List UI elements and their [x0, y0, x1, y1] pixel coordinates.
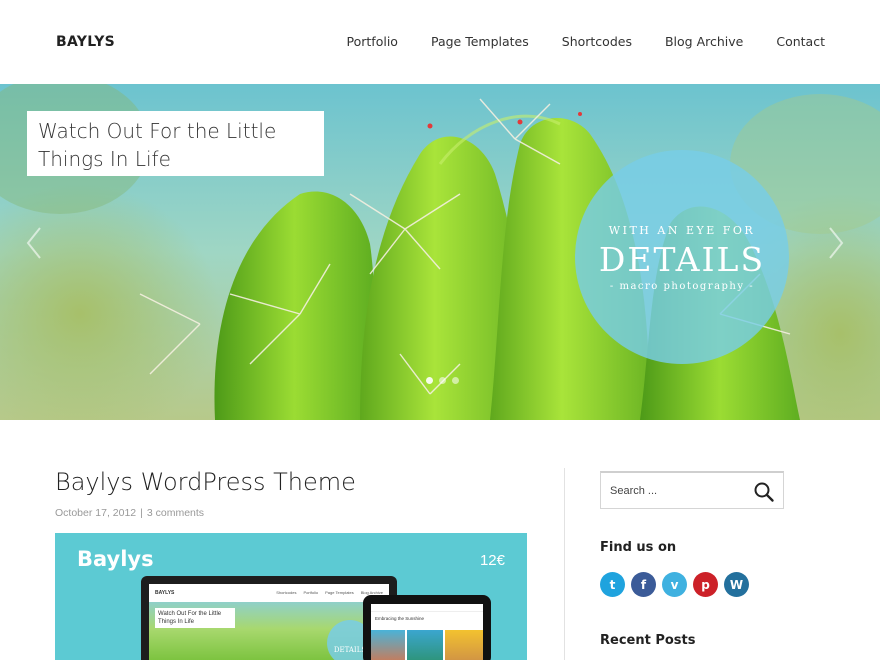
search-icon[interactable] — [753, 481, 775, 503]
post-date[interactable]: October 17, 2012 — [55, 507, 136, 519]
post-title[interactable]: Baylys WordPress Theme — [55, 468, 356, 496]
mockup-nav-item: Page Templates — [325, 590, 354, 595]
content-divider — [564, 468, 565, 660]
slider-dots — [426, 377, 459, 384]
find-us-title: Find us on — [600, 540, 677, 555]
nav-item-page-templates[interactable]: Page Templates — [431, 34, 529, 49]
tablet-thumb — [407, 630, 443, 660]
nav-item-blog-archive[interactable]: Blog Archive — [665, 34, 743, 49]
slider-next-icon[interactable] — [826, 226, 846, 260]
hero-slider: Watch Out For the Little Things In Life … — [0, 84, 880, 420]
hero-caption[interactable]: Watch Out For the Little Things In Life — [27, 111, 324, 176]
mockup-nav-item: Shortcodes — [276, 590, 297, 595]
slider-dot-2[interactable] — [439, 377, 446, 384]
nav-item-portfolio[interactable]: Portfolio — [347, 34, 398, 49]
monitor-mockup: BAYLYS Shortcodes Portfolio Page Templat… — [141, 576, 397, 660]
tablet-mockup: Embracing the Sunshine — [363, 595, 491, 660]
post-comments-link[interactable]: 3 comments — [147, 507, 204, 519]
badge-tagline: WITH AN EYE FOR — [608, 224, 756, 237]
image-brand: Baylys — [77, 547, 154, 571]
search-form — [600, 471, 784, 509]
mockup-nav: Shortcodes Portfolio Page Templates Blog… — [276, 590, 383, 595]
tablet-screen: Embracing the Sunshine — [371, 604, 483, 660]
post-meta: October 17, 2012 | 3 comments — [55, 507, 204, 519]
tablet-thumb — [371, 630, 405, 660]
main-nav: Portfolio Page Templates Shortcodes Blog… — [314, 34, 825, 49]
nav-item-shortcodes[interactable]: Shortcodes — [562, 34, 632, 49]
recent-posts-title: Recent Posts — [600, 633, 696, 648]
facebook-icon[interactable]: f — [631, 572, 656, 597]
social-links: t f v p W — [600, 572, 749, 597]
meta-separator: | — [140, 507, 143, 519]
vimeo-icon[interactable]: v — [662, 572, 687, 597]
post-featured-image[interactable]: Baylys 12€ BAYLYS Shortcodes Portfolio P… — [55, 533, 527, 660]
slider-prev-icon[interactable] — [24, 226, 44, 260]
wordpress-icon[interactable]: W — [724, 572, 749, 597]
site-header: BAYLYS Portfolio Page Templates Shortcod… — [0, 0, 880, 84]
details-badge: WITH AN EYE FOR DETAILS - macro photogra… — [575, 150, 789, 364]
nav-item-contact[interactable]: Contact — [776, 34, 825, 49]
slider-dot-3[interactable] — [452, 377, 459, 384]
search-input[interactable] — [610, 482, 740, 500]
slider-dot-1[interactable] — [426, 377, 433, 384]
mockup-logo: BAYLYS — [155, 590, 175, 596]
tablet-thumb — [445, 630, 483, 660]
site-logo[interactable]: BAYLYS — [56, 34, 115, 50]
mockup-caption: Watch Out For the Little Things In Life — [155, 608, 235, 628]
badge-title: DETAILS — [598, 240, 766, 279]
pinterest-icon[interactable]: p — [693, 572, 718, 597]
mockup-nav-item: Portfolio — [303, 590, 319, 595]
monitor-screen: BAYLYS Shortcodes Portfolio Page Templat… — [149, 584, 389, 660]
tablet-caption: Embracing the Sunshine — [375, 616, 425, 621]
badge-subtitle: - macro photography - — [609, 281, 755, 292]
twitter-icon[interactable]: t — [600, 572, 625, 597]
tablet-header — [371, 604, 483, 612]
image-price: 12€ — [479, 552, 505, 569]
